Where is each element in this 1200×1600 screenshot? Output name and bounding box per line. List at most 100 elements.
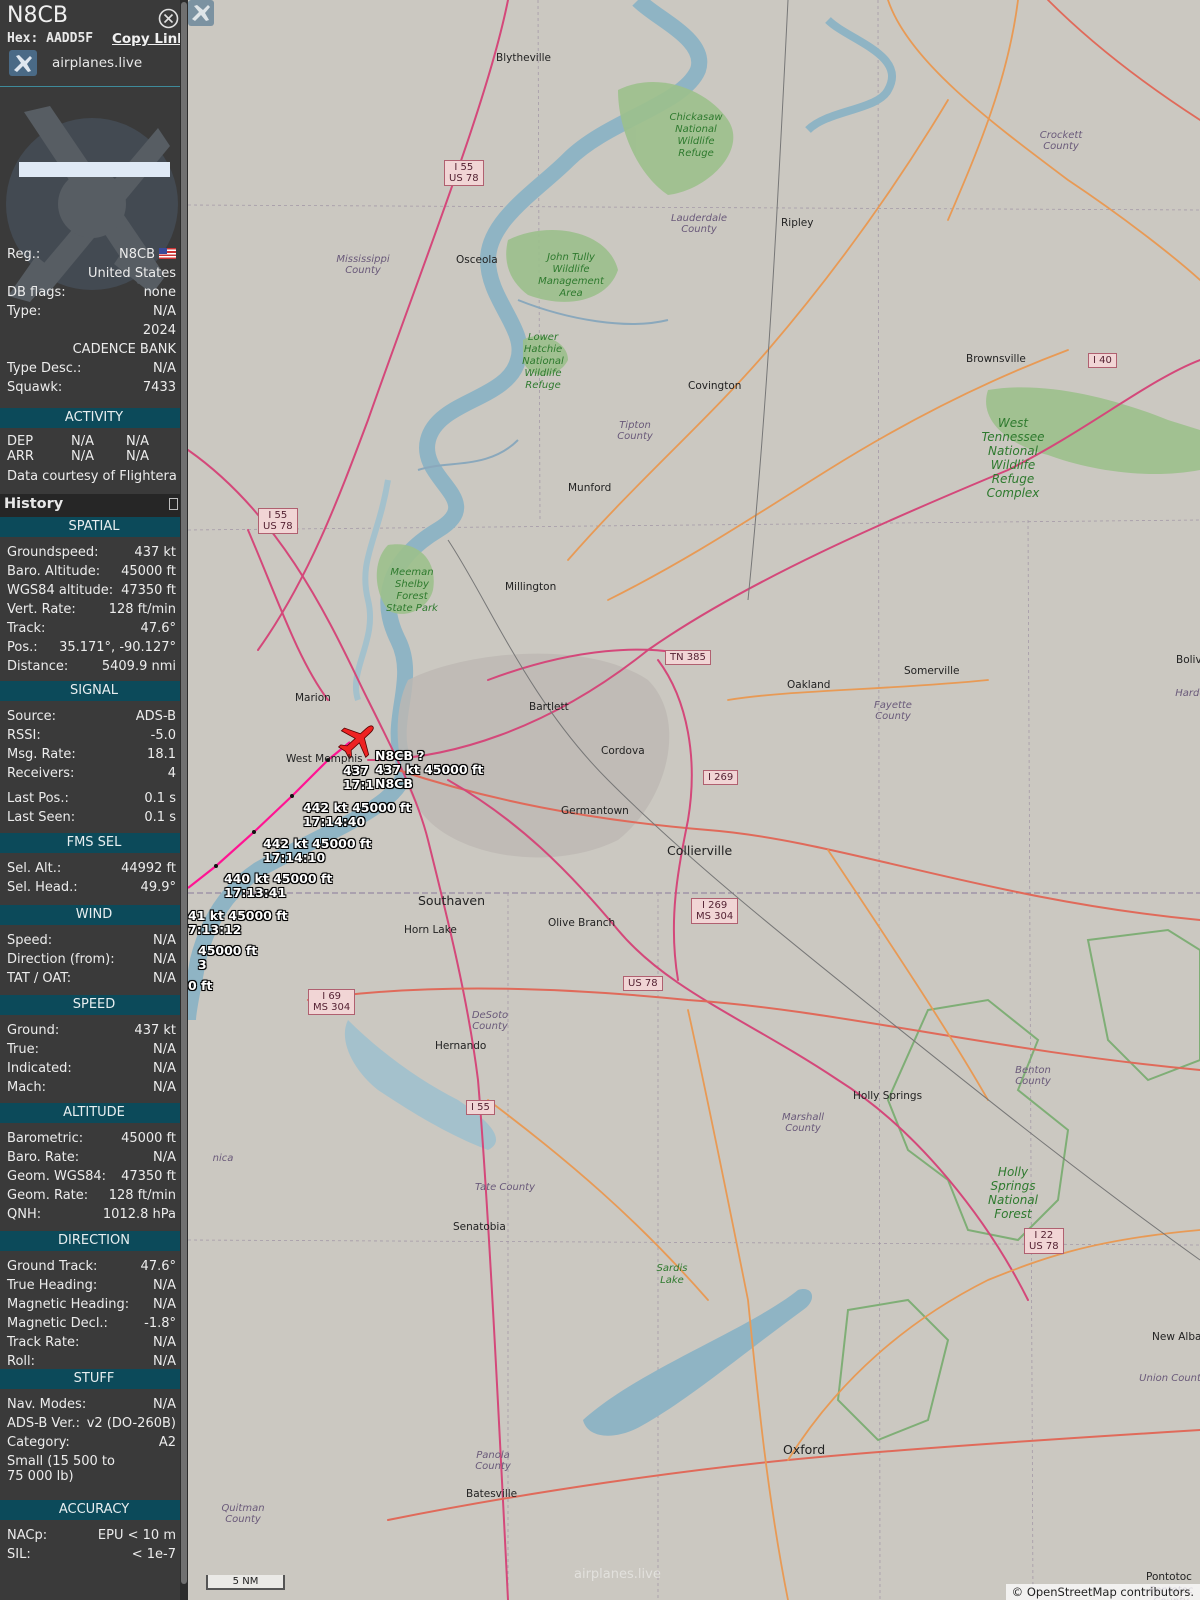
highway-shield: I 269 MS 304 (691, 898, 739, 924)
info-value: < 1e-7 (131, 1547, 176, 1562)
highway-shield: TN 385 (665, 650, 711, 665)
dep-value-b: N/A (126, 434, 149, 449)
shield-line: MS 304 (696, 911, 734, 922)
info-row: Last Pos.: 0.1 s (7, 791, 176, 809)
place-label: Batesville (466, 1488, 518, 1500)
info-value: -1.8° (144, 1316, 176, 1331)
info-label: Receivers: (7, 766, 75, 781)
aircraft-label: 437 (343, 763, 370, 778)
sidebar-scrollbar[interactable] (180, 0, 188, 1600)
info-row: Nav. Modes: N/A (7, 1397, 176, 1415)
place-label: New Albany (1152, 1331, 1200, 1343)
source-link[interactable]: airplanes.live (52, 55, 142, 71)
track-point-label: 442 kt 45000 ft (303, 800, 412, 815)
info-value: 47350 ft (121, 1169, 176, 1184)
track-point-time: 3 (198, 957, 207, 972)
hex-code: Hex: AADD5F (7, 31, 94, 46)
county-label: Marshall County (781, 1112, 825, 1134)
info-row: Direction (from): N/A (7, 952, 176, 970)
place-label: Osceola (456, 254, 498, 266)
shield-line: I 269 (708, 772, 734, 783)
county-label: Tate County (474, 1182, 536, 1193)
county-label: Fayette County (874, 700, 912, 722)
info-label: Vert. Rate: (7, 602, 76, 617)
info-value: N/A (153, 1335, 176, 1350)
info-label: Distance: (7, 659, 69, 674)
info-row: Ground: 437 kt (7, 1023, 176, 1041)
category-note: 75 000 lb) (7, 1469, 74, 1484)
place-label: Millington (505, 581, 557, 593)
place-label: Hernando (435, 1040, 487, 1052)
shield-line: US 78 (628, 978, 658, 989)
shield-line: I 40 (1093, 355, 1112, 366)
info-row: Speed: N/A (7, 933, 176, 951)
country: United States (87, 266, 176, 281)
info-value: 49.9° (140, 880, 176, 895)
info-row: Pos.: 35.171°, -90.127° (7, 640, 176, 658)
info-value: 35.171°, -90.127° (59, 640, 176, 655)
info-value: v2 (DO-260B) (86, 1416, 176, 1431)
place-label: Somerville (904, 665, 960, 677)
track-point-label: 442 kt 45000 ft (263, 836, 372, 851)
section-header-speed: SPEED (0, 995, 188, 1015)
park-label: West Tennessee National Wildlife Refuge … (981, 416, 1045, 500)
info-value: N/A (153, 971, 176, 986)
shield-line: I 55 (454, 162, 474, 173)
info-row: Magnetic Decl.: -1.8° (7, 1316, 176, 1334)
info-value: 47350 ft (121, 583, 176, 598)
map-view[interactable]: Blytheville Osceola Ripley Brownsville Covin… (188, 0, 1200, 1600)
info-label: Track Rate: (7, 1335, 80, 1350)
copy-link-button[interactable]: Copy Link (112, 31, 186, 47)
aircraft-label: 437 kt 45000 ft (375, 762, 484, 777)
section-header-altitude: ALTITUDE (0, 1103, 188, 1123)
shield-line: I 69 (322, 991, 342, 1002)
info-label: QNH: (7, 1207, 42, 1222)
info-label: NACp: (7, 1528, 48, 1543)
aircraft-callsign: N8CB (7, 3, 68, 28)
history-toggle[interactable]: History (0, 494, 188, 517)
arr-label: ARR (7, 449, 34, 464)
track-point-time: 7:13:12 (188, 922, 242, 937)
info-value: N/A (153, 1297, 176, 1312)
map-attribution[interactable]: © OpenStreetMap contributors. (1005, 1584, 1200, 1600)
highway-shield: I 69 MS 304 (308, 989, 356, 1015)
info-label: True: (7, 1042, 39, 1057)
park-label: Holly Springs National Forest (987, 1165, 1038, 1221)
county-label: Harden Coun (1175, 688, 1200, 699)
info-label: True Heading: (7, 1278, 98, 1293)
history-checkbox-icon[interactable] (169, 498, 178, 510)
owner: CADENCE BANK (72, 342, 176, 357)
info-value: N/A (153, 1061, 176, 1076)
section-header-wind: WIND (0, 905, 188, 925)
place-label: Covington (688, 380, 742, 392)
info-row: RSSI: -5.0 (7, 728, 176, 746)
section-header-accuracy: ACCURACY (0, 1500, 188, 1520)
info-row: Baro. Altitude: 45000 ft (7, 564, 176, 582)
type-row: Type: N/A (7, 304, 176, 319)
close-icon[interactable] (158, 8, 179, 29)
info-value: 18.1 (147, 747, 176, 762)
park-label: Chickasaw National Wildlife Refuge (669, 112, 723, 159)
info-value: N/A (153, 1042, 176, 1057)
place-label: Pontotoc (1146, 1571, 1192, 1583)
info-value: 5409.9 nmi (101, 659, 176, 674)
shield-line: MS 304 (313, 1002, 351, 1013)
info-row: Magnetic Heading: N/A (7, 1297, 176, 1315)
section-header-fms-sel: FMS SEL (0, 833, 188, 853)
highway-shield: I 55 (466, 1100, 495, 1115)
info-value: 128 ft/min (108, 1188, 176, 1203)
park-label: Meeman Shelby Forest State Park (386, 567, 438, 614)
flightera-link[interactable]: Flightera (119, 469, 177, 484)
aircraft-label: N8CB (375, 776, 413, 791)
info-label: Sel. Alt.: (7, 861, 62, 876)
scrollbar-thumb[interactable] (181, 2, 187, 1584)
highway-shield: US 78 (623, 976, 663, 991)
county-label: Crockett County (1039, 130, 1083, 152)
info-value: 45000 ft (121, 1131, 176, 1146)
info-value: N/A (153, 933, 176, 948)
scale-bar: 5 NM (206, 1575, 285, 1590)
info-label: Last Pos.: (7, 791, 69, 806)
track-point-label: 440 kt 45000 ft (224, 871, 333, 886)
park-label: Sardis Lake (656, 1263, 688, 1286)
airplanes-live-logo-icon[interactable] (9, 50, 37, 76)
